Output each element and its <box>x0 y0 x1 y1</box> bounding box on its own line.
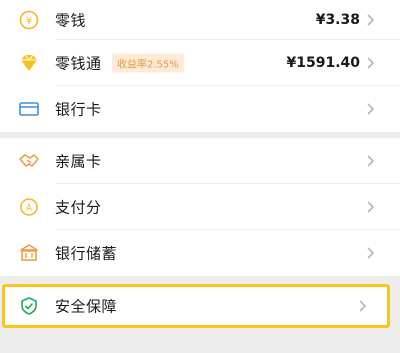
change-label: 零钱 <box>55 11 87 30</box>
handshake-icon <box>18 150 40 172</box>
chevron-right-icon <box>367 201 375 213</box>
coin-icon: ¥ <box>18 9 40 31</box>
bank-savings-label: 银行储蓄 <box>55 244 118 263</box>
bank-icon <box>18 242 40 264</box>
chevron-right-icon <box>367 103 375 115</box>
chevron-right-icon <box>367 14 375 26</box>
row-security[interactable]: 安全保障 <box>5 287 387 325</box>
svg-text:A: A <box>26 204 33 214</box>
lingqiantong-label: 零钱通 <box>55 54 102 73</box>
chevron-right-icon <box>359 300 367 312</box>
shield-icon <box>18 295 40 317</box>
security-label: 安全保障 <box>55 297 118 316</box>
row-bank-card[interactable]: 银行卡 <box>0 86 400 132</box>
row-bank-savings[interactable]: 银行储蓄 <box>0 230 400 276</box>
row-change[interactable]: ¥ 零钱 ¥3.38 <box>0 0 400 40</box>
yield-rate-badge: 收益率2.55% <box>112 53 184 73</box>
wallet-group-1: ¥ 零钱 ¥3.38 零钱通 收益率2.55% ¥1591.40 银行卡 <box>0 0 400 132</box>
security-highlight-frame: 安全保障 <box>2 284 390 328</box>
bank-card-label: 银行卡 <box>55 100 102 119</box>
row-payscore[interactable]: A 支付分 <box>0 184 400 230</box>
change-balance: ¥3.38 <box>315 12 360 28</box>
card-icon <box>18 98 40 120</box>
chevron-right-icon <box>367 247 375 259</box>
chevron-right-icon <box>367 155 375 167</box>
lingqiantong-balance: ¥1591.40 <box>286 55 360 71</box>
row-family-card[interactable]: 亲属卡 <box>0 138 400 184</box>
row-lingqiantong[interactable]: 零钱通 收益率2.55% ¥1591.40 <box>0 40 400 86</box>
diamond-icon <box>18 52 40 74</box>
wallet-group-2: 亲属卡 A 支付分 银行储蓄 <box>0 138 400 276</box>
family-card-label: 亲属卡 <box>55 152 102 171</box>
score-icon: A <box>18 196 40 218</box>
chevron-right-icon <box>367 57 375 69</box>
svg-text:¥: ¥ <box>26 16 32 27</box>
payscore-label: 支付分 <box>55 198 102 217</box>
